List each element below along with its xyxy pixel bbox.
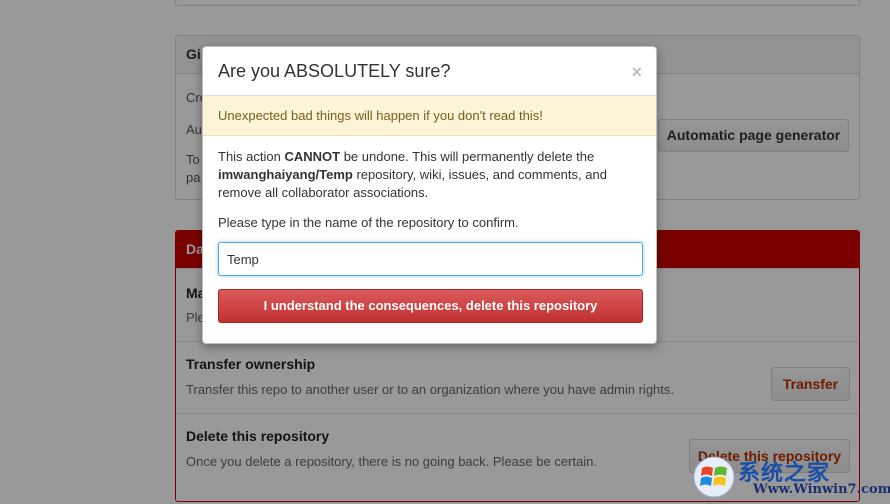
repository-name: imwanghaiyang/Temp (218, 167, 353, 182)
explanation-text: be undone. This will permanently delete … (340, 149, 595, 164)
watermark-url-text: Www.Winwin7.com (753, 482, 890, 497)
repository-name-input[interactable] (218, 242, 643, 276)
dialog-title: Are you ABSOLUTELY sure? (218, 61, 451, 81)
cannot-emphasis: CANNOT (284, 149, 341, 164)
close-icon[interactable]: × (631, 62, 642, 82)
delete-explanation: This action CANNOT be undone. This will … (218, 148, 638, 202)
confirm-label: Please type in the name of the repositor… (218, 215, 519, 230)
delete-confirm-dialog: Are you ABSOLUTELY sure? × Unexpected ba… (202, 46, 657, 344)
warning-flash: Unexpected bad things will happen if you… (203, 96, 656, 136)
dialog-header: Are you ABSOLUTELY sure? × (203, 47, 656, 96)
dialog-body: This action CANNOT be undone. This will … (203, 136, 656, 335)
explanation-text: This action (218, 149, 285, 164)
windows-logo-icon (693, 456, 735, 498)
site-watermark: 系统之家 Www.Winwin7.com (693, 452, 890, 502)
confirm-delete-button[interactable]: I understand the consequences, delete th… (218, 289, 643, 323)
